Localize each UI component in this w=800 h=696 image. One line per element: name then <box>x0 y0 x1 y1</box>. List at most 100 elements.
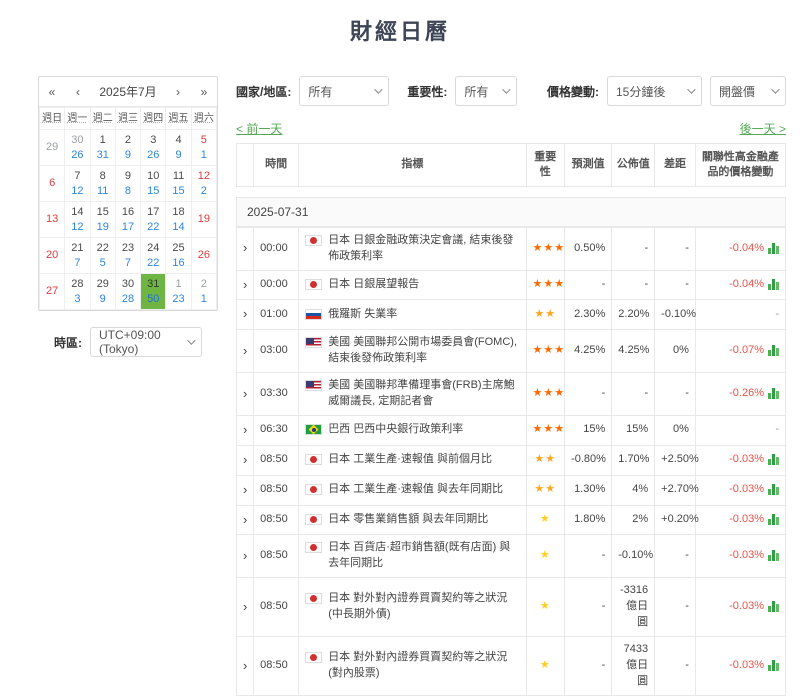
calendar-header: « ‹ 2025年7月 › » <box>39 77 217 107</box>
bar-chart-icon[interactable] <box>768 242 779 254</box>
forecast-value: -0.80% <box>564 444 613 476</box>
calendar-day[interactable]: 22 5 <box>89 237 116 274</box>
actual-value: 4.25% <box>611 329 656 374</box>
prev-month-button[interactable]: ‹ <box>65 77 91 107</box>
calendar-day[interactable]: 98 <box>114 165 142 202</box>
calendar-day[interactable]: 7 12 <box>64 165 91 202</box>
time-window-select[interactable]: 15分鐘後 <box>607 76 702 106</box>
gap-value: 0% <box>654 415 696 446</box>
bar-chart-icon[interactable] <box>768 387 779 400</box>
gap-value: - <box>654 577 696 638</box>
bar-chart-icon[interactable] <box>768 344 779 357</box>
calendar-day[interactable]: 20 <box>38 237 66 274</box>
day-number: 11 <box>172 169 185 182</box>
calendar-day[interactable]: 25 16 <box>165 237 192 274</box>
expand-chevron-icon[interactable]: › <box>235 329 255 374</box>
importance-select[interactable]: 所有 <box>455 76 518 106</box>
calendar-day[interactable]: 29 <box>38 129 66 166</box>
price-change-cell: -0.03% <box>694 636 787 696</box>
calendar-day[interactable]: 27 <box>38 273 66 310</box>
calendar-day[interactable]: 28 3 <box>64 273 91 310</box>
expand-chevron-icon[interactable]: › <box>235 577 255 638</box>
importance-filter: 重要性: 所有 <box>407 76 518 106</box>
bar-chart-icon[interactable] <box>768 278 779 291</box>
calendar-day[interactable]: 14 12 <box>64 201 91 238</box>
calendar-day[interactable]: 24 22 <box>140 237 167 274</box>
calendar-day[interactable]: 19 <box>190 201 218 238</box>
bar-chart-icon[interactable] <box>768 600 779 613</box>
bar-chart-icon[interactable] <box>768 549 779 562</box>
expand-chevron-icon[interactable]: › <box>235 372 255 416</box>
calendar-day[interactable]: 10 15 <box>140 165 167 202</box>
calendar-day[interactable]: 21 <box>190 273 218 310</box>
calendar-day[interactable]: 16 17 <box>114 201 142 238</box>
calendar-day[interactable]: 49 <box>165 129 192 166</box>
calendar-day[interactable]: 13 <box>38 201 66 238</box>
region-select[interactable]: 所有 <box>299 76 390 106</box>
calendar-day[interactable]: 18 14 <box>165 201 192 238</box>
gap-value: +2.50% <box>654 444 699 476</box>
calendar-day[interactable]: 29 <box>114 129 142 166</box>
price-change-value: -0.04% <box>729 278 764 291</box>
time-window-select-value: 15分鐘後 <box>616 84 666 99</box>
calendar-day[interactable]: 12 2 <box>190 165 218 202</box>
price-type-select[interactable]: 開盤價 <box>710 76 786 106</box>
forecast-value: - <box>564 372 613 416</box>
expand-chevron-icon[interactable]: › <box>235 474 255 506</box>
actual-value: 15% <box>611 415 656 446</box>
calendar-day[interactable]: 51 <box>190 129 218 166</box>
importance-cell: ★★★ <box>525 269 566 301</box>
day-number: 13 <box>46 213 59 226</box>
price-change-cell: -0.04% <box>694 269 787 301</box>
calendar-day[interactable]: 1 31 <box>89 129 116 166</box>
header-importance: 重要性 <box>525 143 566 187</box>
expand-chevron-icon[interactable]: › <box>235 269 255 301</box>
actual-value: - <box>611 372 656 416</box>
calendar-day[interactable]: 23 7 <box>114 237 142 274</box>
expand-chevron-icon[interactable]: › <box>235 299 255 331</box>
expand-chevron-icon[interactable]: › <box>235 226 255 271</box>
calendar-day[interactable]: 30 28 <box>114 273 142 310</box>
day-number: 14 <box>71 205 84 218</box>
calendar-day[interactable]: 31 50 <box>140 273 167 310</box>
price-change-value: -0.04% <box>729 241 764 254</box>
calendar-day[interactable]: 8 11 <box>89 165 116 202</box>
day-number: 9 <box>124 169 132 182</box>
forecast-value: - <box>564 636 613 696</box>
actual-value: 7433億日圓 <box>611 636 656 696</box>
gap-value: 0% <box>654 329 696 374</box>
expand-chevron-icon[interactable]: › <box>235 534 255 579</box>
expand-chevron-icon[interactable]: › <box>235 415 255 446</box>
bar-chart-icon[interactable] <box>768 453 779 466</box>
next-month-button[interactable]: › <box>165 77 191 107</box>
bar-chart-icon[interactable] <box>768 483 779 496</box>
expand-chevron-icon[interactable]: › <box>235 504 255 536</box>
event-indicator-cell: 日本 對外對內證券買賣契約等之狀況(中長期外債) <box>298 577 527 638</box>
calendar-day[interactable]: 15 19 <box>89 201 116 238</box>
prev-year-button[interactable]: « <box>39 77 65 107</box>
region-filter: 國家/地區: 所有 <box>236 76 390 106</box>
expand-chevron-icon[interactable]: › <box>235 636 255 696</box>
calendar-day[interactable]: 21 7 <box>64 237 91 274</box>
calendar-month-title[interactable]: 2025年7月 <box>91 83 165 100</box>
calendar-day[interactable]: 26 <box>190 237 218 274</box>
day-number: 30 <box>121 277 135 290</box>
timezone-select[interactable]: UTC+09:00 (Tokyo) <box>90 327 202 357</box>
bar-chart-icon[interactable] <box>768 513 779 526</box>
prev-day-link[interactable]: < 前一天 <box>236 120 282 137</box>
expand-chevron-icon[interactable]: › <box>235 444 255 476</box>
calendar-day[interactable]: 29 9 <box>89 273 116 310</box>
calendar-day[interactable]: 6 <box>38 165 66 202</box>
next-year-button[interactable]: » <box>191 77 217 107</box>
event-indicator-cell: 日本 零售業銷售額 與去年同期比 <box>298 504 527 536</box>
calendar-day[interactable]: 3 26 <box>140 129 167 166</box>
calendar-day[interactable]: 1 23 <box>165 273 192 310</box>
event-time: 08:50 <box>253 474 300 506</box>
next-day-link[interactable]: 後一天 > <box>740 120 786 137</box>
bar-chart-icon[interactable] <box>768 659 779 672</box>
calendar-day[interactable]: 11 15 <box>165 165 192 202</box>
calendar-day[interactable]: 17 22 <box>140 201 167 238</box>
calendar-day[interactable]: 30 26 <box>64 129 91 166</box>
importance-cell: ★★★ <box>525 226 566 271</box>
event-row: › 08:50 日本 工業生產·速報值 與去年同期比 ★★ 1.30% 4% +2.70% -… <box>235 474 787 506</box>
